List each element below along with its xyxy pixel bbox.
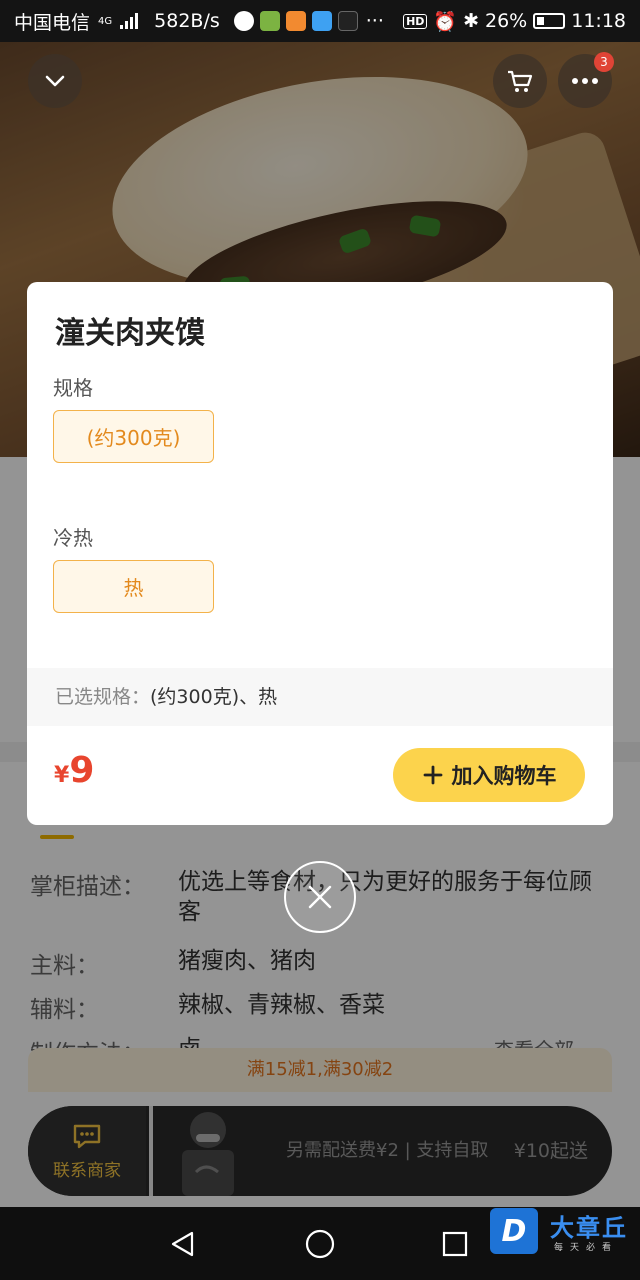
watermark-name: 大章丘 [550, 1214, 628, 1242]
nav-recent-button[interactable] [432, 1221, 478, 1267]
clock: 11:18 [571, 10, 626, 32]
nav-home-button[interactable] [297, 1221, 343, 1267]
price: ¥9 [54, 750, 94, 791]
triangle-back-icon [171, 1231, 194, 1257]
add-to-cart-button[interactable]: 加入购物车 [393, 748, 585, 802]
signal-icon [120, 13, 139, 29]
status-bar: 中国电信 4G 582B/s ··· HD ⏰ ✱ 26% 11:18 [0, 0, 640, 42]
dialog-title: 潼关肉夹馍 [55, 316, 205, 351]
chevron-down-icon [45, 75, 65, 87]
bluetooth-icon: ✱ [463, 10, 479, 32]
temperature-option-hot[interactable]: 热 [53, 560, 214, 613]
nav-back-button[interactable] [160, 1221, 206, 1267]
battery-percent: 26% [485, 10, 528, 32]
add-to-cart-label: 加入购物车 [451, 764, 557, 788]
close-dialog-button[interactable] [284, 861, 356, 933]
more-button[interactable]: 3 [558, 52, 614, 108]
watermark-sub: 每天必看 [554, 1243, 619, 1253]
more-dots-icon [572, 78, 598, 84]
tiktok-icon [337, 11, 358, 31]
more-notifications: ··· [365, 10, 384, 32]
circle-home-icon [305, 1229, 335, 1259]
network-speed: 582B/s [154, 10, 220, 32]
cart-button[interactable] [493, 54, 547, 108]
hd-icon: HD [403, 13, 428, 29]
notification-badge: 3 [594, 52, 614, 72]
battery-icon [533, 13, 566, 29]
spec-label: 规格 [53, 376, 93, 400]
temperature-label: 冷热 [53, 526, 93, 550]
app-icon-green [259, 11, 280, 31]
plus-icon [423, 765, 442, 785]
message-icon [233, 11, 254, 31]
collapse-button[interactable] [28, 54, 82, 108]
price-currency: ¥ [54, 763, 70, 788]
spec-selection-dialog: 潼关肉夹馍 规格 (约300克) 冷热 热 已选规格：(约300克)、热 ¥9 … [27, 282, 613, 825]
notification-icons [233, 11, 358, 31]
spec-option-300g[interactable]: (约300克) [53, 410, 214, 463]
app-icon-orange [285, 11, 306, 31]
close-icon [308, 885, 332, 909]
price-value: 9 [69, 750, 95, 791]
app-icon-blue [311, 11, 332, 31]
carrier-name: 中国电信 [14, 11, 91, 34]
watermark-logo: D [490, 1208, 538, 1254]
watermark: D 大章丘 每天必看 [490, 1208, 640, 1268]
cart-icon [508, 70, 533, 92]
square-recent-icon [442, 1231, 468, 1257]
selected-spec-label: 已选规格： [55, 686, 151, 708]
network-type: 4G [98, 15, 113, 27]
selected-spec-summary: 已选规格：(约300克)、热 [27, 668, 613, 726]
alarm-icon: ⏰ [433, 10, 458, 33]
selected-spec-value: (约300克)、热 [150, 686, 278, 708]
